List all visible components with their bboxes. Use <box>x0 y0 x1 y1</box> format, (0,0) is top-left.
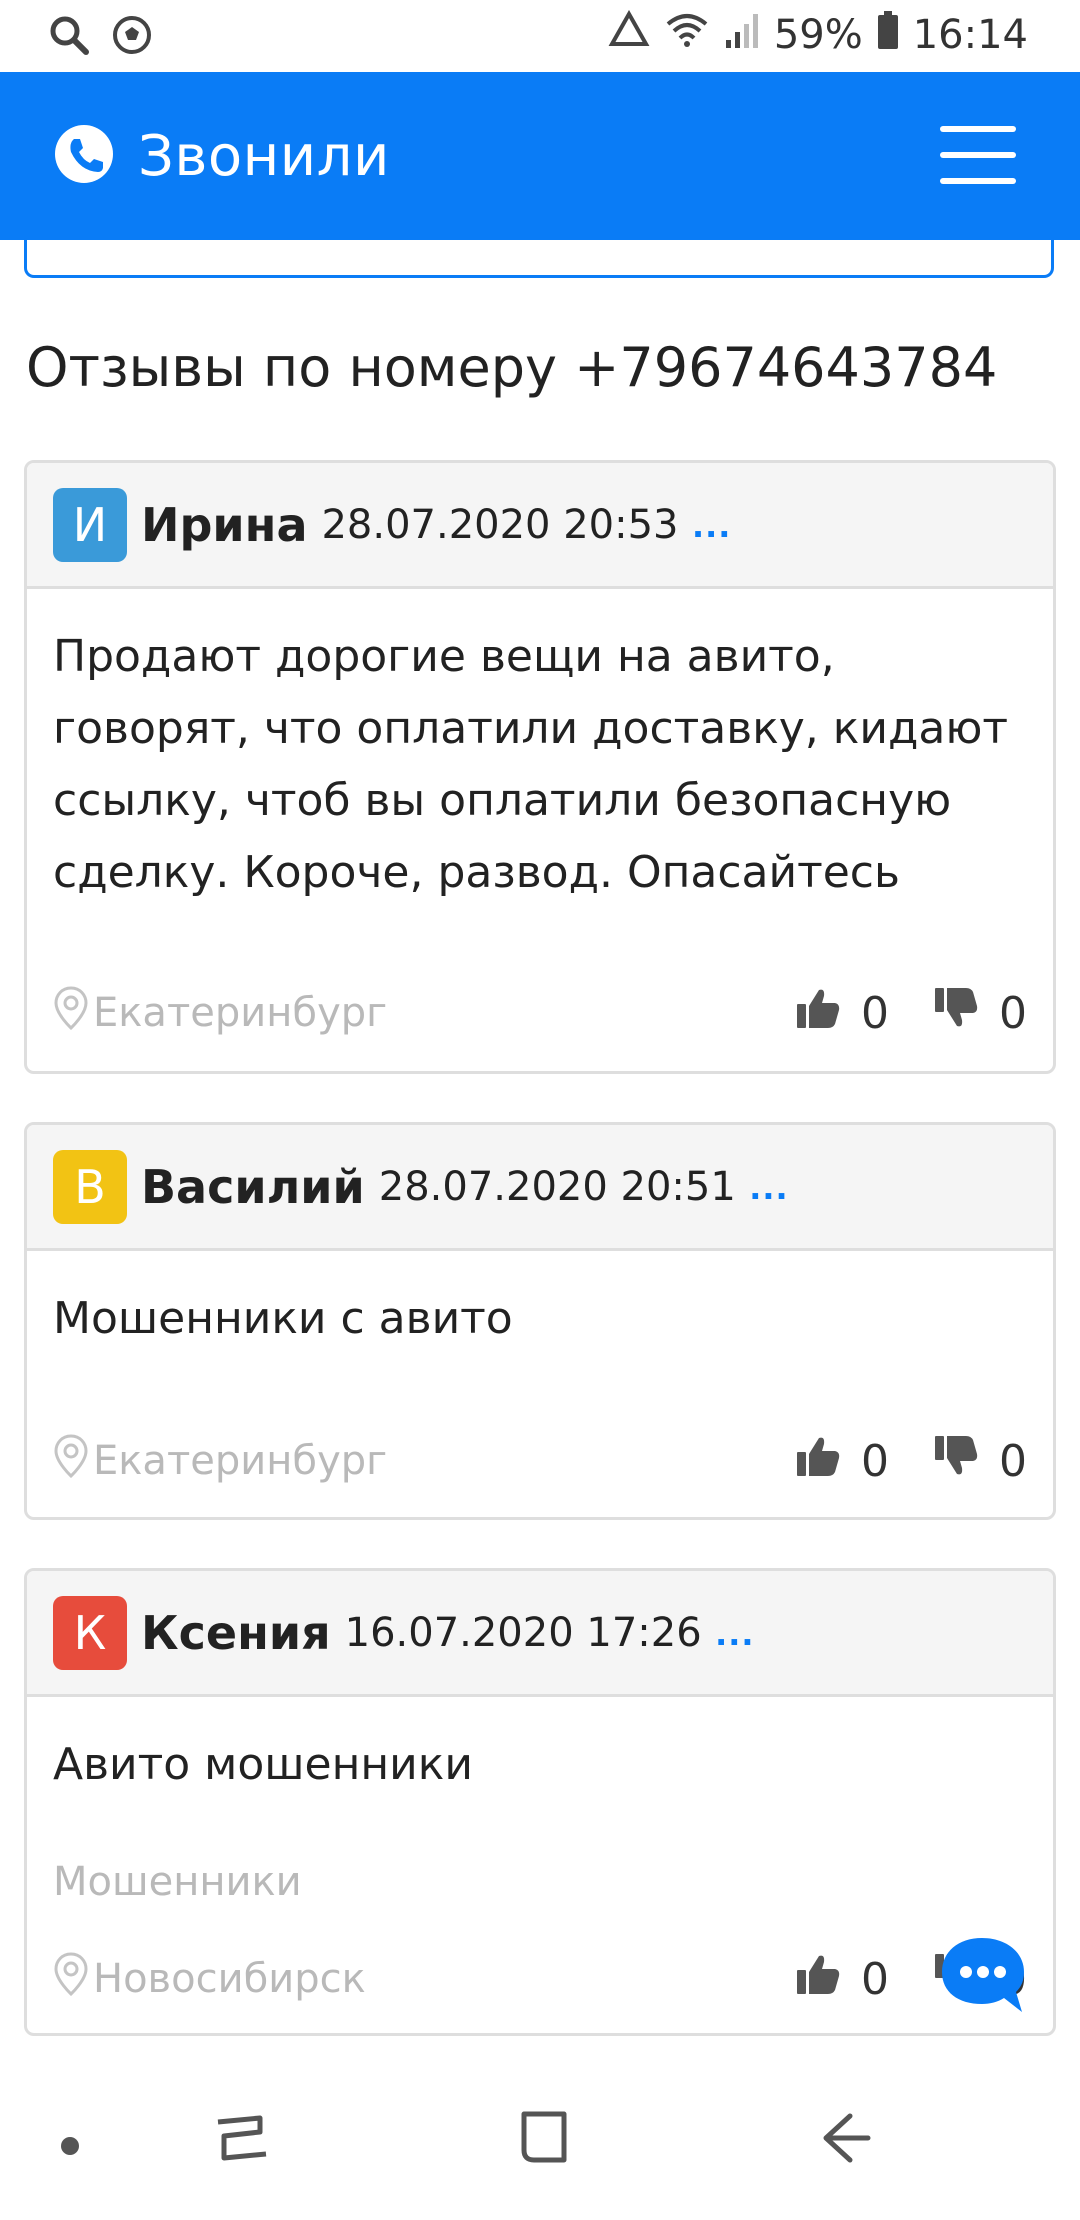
location-pin-icon <box>53 1951 89 2007</box>
thumbs-up-icon <box>795 1434 841 1489</box>
previous-section-box <box>24 200 1054 278</box>
dislike-count: 0 <box>999 1435 1027 1487</box>
like-count: 0 <box>861 1953 889 2005</box>
like-button[interactable]: 0 <box>795 1434 889 1489</box>
review-footer: Екатеринбург 0 0 <box>27 1421 1053 1501</box>
avatar: В <box>53 1149 127 1224</box>
more-options-button[interactable]: ... <box>716 1610 755 1655</box>
thumbs-down-icon <box>933 986 979 1041</box>
review-footer: Екатеринбург 0 0 <box>27 973 1053 1053</box>
review-text: Мошенники с авито <box>53 1293 513 1344</box>
review-body: Мошенники с авито <box>27 1251 1053 1355</box>
search-icon <box>48 14 90 61</box>
battery-icon <box>877 10 899 60</box>
review-header: И Ирина 28.07.2020 20:53 ... <box>27 463 1053 589</box>
review-footer: Новосибирск 0 0 <box>27 1939 1053 2019</box>
review-body: Авито мошенники <box>27 1697 1053 1801</box>
dislike-button[interactable]: 0 <box>933 1434 1027 1489</box>
soccer-ball-icon <box>112 15 152 60</box>
avatar: И <box>53 487 127 562</box>
page-title: Отзывы по номеру +79674643784 <box>26 336 998 399</box>
clock: 16:14 <box>912 12 1028 58</box>
city-name: Екатеринбург <box>93 990 388 1036</box>
home-icon[interactable] <box>516 2108 572 2173</box>
review-tag[interactable]: Мошенники <box>53 1859 302 1905</box>
like-button[interactable]: 0 <box>795 986 889 1041</box>
review-location: Новосибирск <box>53 1951 366 2007</box>
review-location: Екатеринбург <box>53 985 387 1041</box>
review-date: 28.07.2020 20:53 <box>321 501 679 548</box>
more-options-button[interactable]: ... <box>693 502 732 547</box>
chat-button[interactable] <box>938 1934 1028 2018</box>
thumbs-down-icon <box>933 1434 979 1489</box>
location-pin-icon <box>53 1433 89 1489</box>
hamburger-menu-icon[interactable] <box>940 126 1016 186</box>
review-text: Продают дорогие вещи на авито, говорят, … <box>53 631 1009 898</box>
phone-icon <box>54 124 114 189</box>
chat-bubble-icon <box>938 1938 1028 2022</box>
review-date: 16.07.2020 17:26 <box>344 1609 702 1656</box>
battery-percent: 59% <box>773 12 863 58</box>
review-header: В Василий 28.07.2020 20:51 ... <box>27 1125 1053 1251</box>
review-header: К Ксения 16.07.2020 17:26 ... <box>27 1571 1053 1697</box>
location-pin-icon <box>53 985 89 1041</box>
status-bar: 59% 16:14 <box>0 0 1080 72</box>
review-card: И Ирина 28.07.2020 20:53 ... Продают дор… <box>24 460 1056 1074</box>
recycle-icon <box>608 9 650 60</box>
review-author: Ирина <box>141 497 308 552</box>
review-author: Василий <box>141 1159 365 1214</box>
avatar: К <box>53 1595 127 1670</box>
review-card: К Ксения 16.07.2020 17:26 ... Авито моше… <box>24 1568 1056 2036</box>
thumbs-up-icon <box>795 986 841 1041</box>
signal-icon <box>724 10 760 60</box>
city-name: Новосибирск <box>93 1956 366 2002</box>
review-card: В Василий 28.07.2020 20:51 ... Мошенники… <box>24 1122 1056 1520</box>
review-author: Ксения <box>141 1605 331 1660</box>
review-text: Авито мошенники <box>53 1739 473 1790</box>
system-nav-bar <box>0 2070 1080 2220</box>
app-title: Звонили <box>138 124 390 189</box>
like-button[interactable]: 0 <box>795 1952 889 2007</box>
thumbs-up-icon <box>795 1952 841 2007</box>
more-options-button[interactable]: ... <box>750 1164 789 1209</box>
dislike-count: 0 <box>999 987 1027 1039</box>
review-location: Екатеринбург <box>53 1433 387 1489</box>
city-name: Екатеринбург <box>93 1438 388 1484</box>
review-body: Продают дорогие вещи на авито, говорят, … <box>27 589 1053 909</box>
review-date: 28.07.2020 20:51 <box>378 1163 736 1210</box>
like-count: 0 <box>861 987 889 1039</box>
wifi-icon <box>664 10 710 60</box>
recent-apps-icon[interactable] <box>214 2108 270 2173</box>
dislike-button[interactable]: 0 <box>933 986 1027 1041</box>
like-count: 0 <box>861 1435 889 1487</box>
back-icon[interactable] <box>818 2108 874 2173</box>
app-logo[interactable]: Звонили <box>54 124 390 189</box>
dot-icon[interactable] <box>58 2134 82 2163</box>
